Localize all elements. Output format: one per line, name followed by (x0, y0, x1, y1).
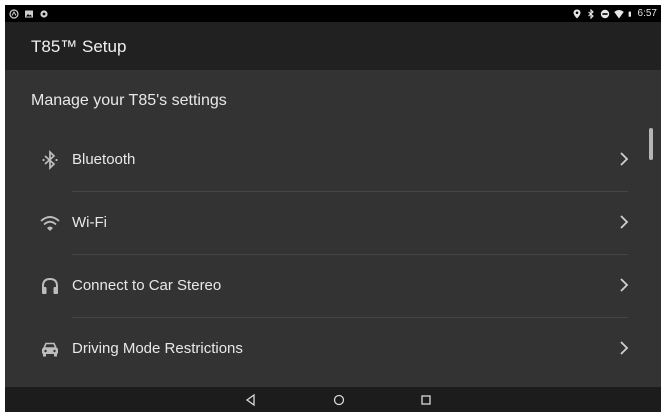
section-title: Manage your T85's settings (31, 92, 227, 109)
sync-icon (40, 9, 48, 18)
page-title: T85™ Setup (31, 37, 127, 56)
chevron-right-icon (620, 341, 629, 355)
back-icon[interactable] (244, 393, 258, 407)
settings-item-label: Bluetooth (72, 151, 136, 168)
home-icon[interactable] (332, 393, 346, 407)
settings-item-label: Connect to Car Stereo (72, 277, 222, 294)
do-not-disturb-icon (600, 9, 609, 18)
chevron-right-icon (620, 215, 629, 229)
app-bar: T85™ Setup (5, 22, 661, 70)
android-auto-icon (9, 8, 19, 19)
battery-icon (628, 10, 631, 17)
device-screen: 6:57 T85™ Setup Manage your T85's settin… (5, 5, 661, 412)
navigation-bar (5, 387, 661, 412)
settings-item-label: Driving Mode Restrictions (72, 340, 243, 357)
wifi-icon (613, 9, 624, 18)
settings-list: Manage your T85's settings Bluetooth Wi-… (5, 70, 661, 387)
status-right-icons: 6:57 (572, 7, 657, 20)
car-icon (42, 342, 58, 357)
wifi-icon (40, 216, 60, 231)
status-bar: 6:57 (5, 5, 661, 22)
recents-icon[interactable] (419, 393, 433, 407)
chevron-right-icon (620, 278, 629, 292)
settings-item-car-stereo[interactable]: Connect to Car Stereo (5, 255, 645, 317)
location-icon (573, 9, 581, 18)
status-left-icons (9, 8, 49, 19)
settings-item-wifi[interactable]: Wi-Fi (5, 192, 645, 254)
settings-item-label: Wi-Fi (72, 214, 107, 231)
scrollbar[interactable] (649, 128, 653, 160)
bluetooth-icon (587, 8, 594, 19)
bluetooth-icon (42, 149, 58, 171)
settings-item-driving-mode[interactable]: Driving Mode Restrictions (5, 318, 645, 380)
settings-item-bluetooth[interactable]: Bluetooth (5, 129, 645, 191)
headphones-icon (42, 277, 58, 294)
image-icon (25, 10, 33, 17)
chevron-right-icon (620, 152, 629, 166)
status-time: 6:57 (637, 8, 657, 19)
